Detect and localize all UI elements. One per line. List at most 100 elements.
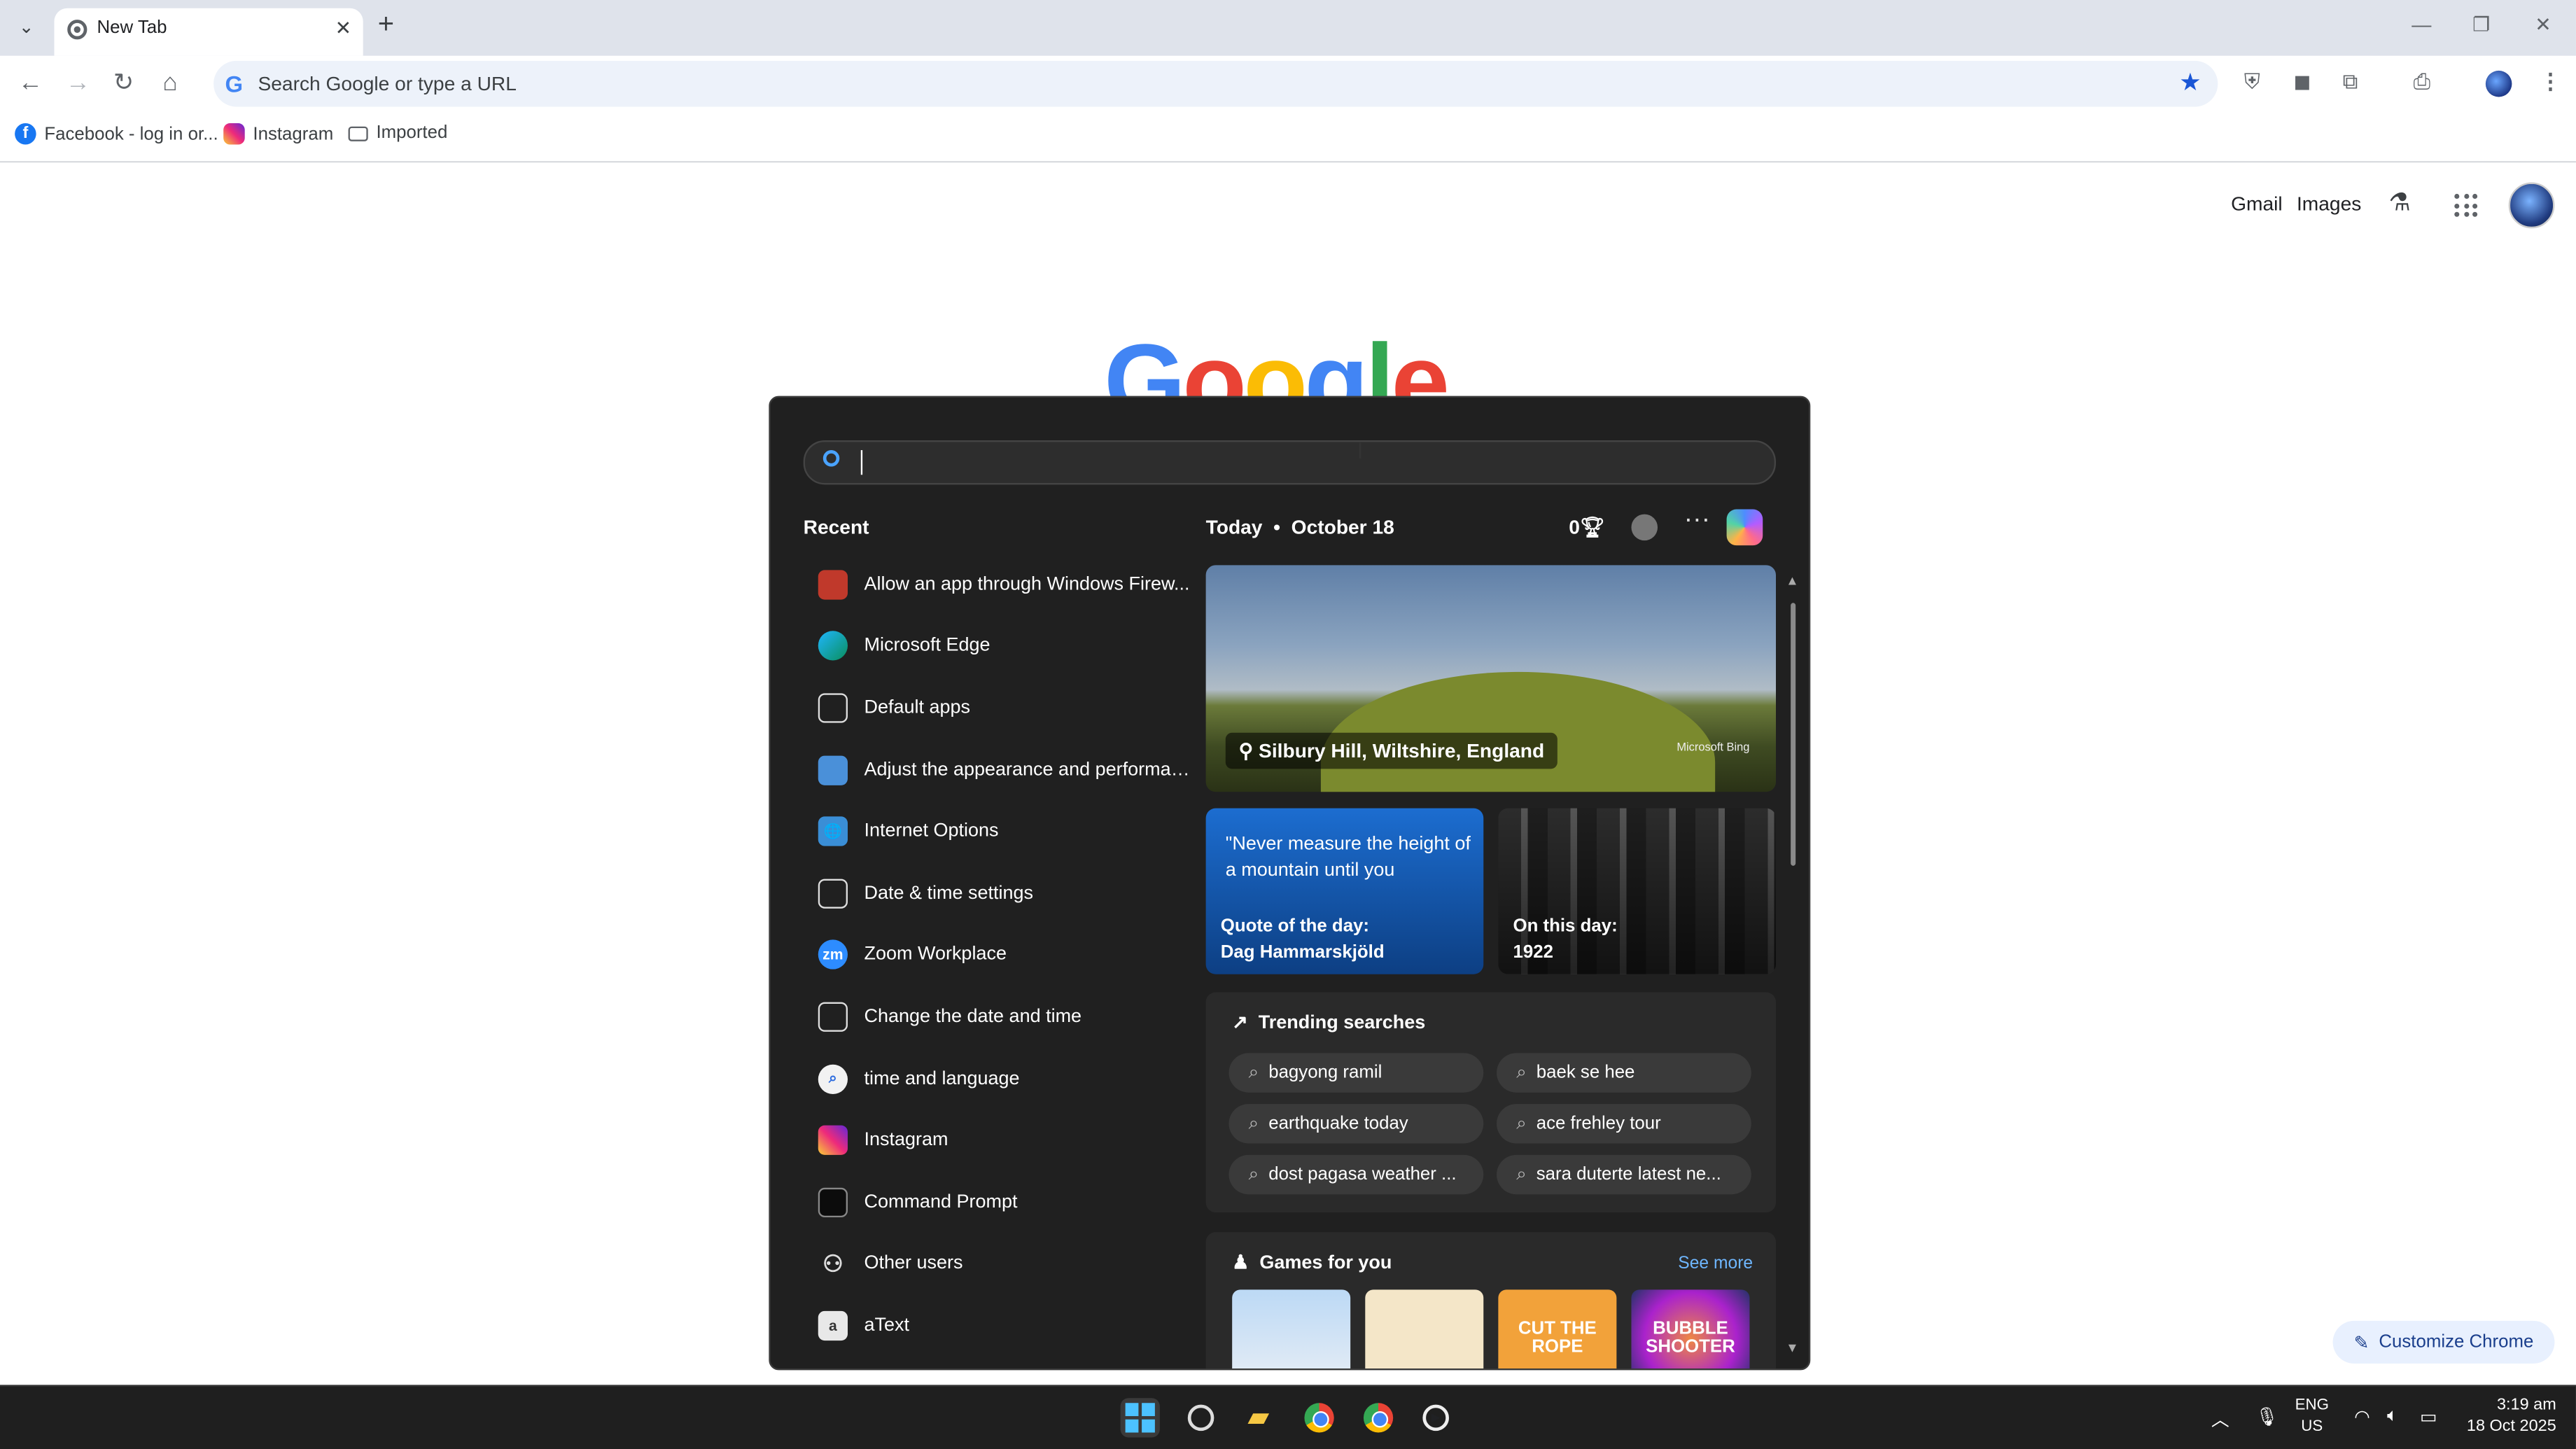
start-button[interactable] [1120,1398,1160,1438]
instagram-icon [818,1125,848,1156]
taskbar-app-icon[interactable] [1181,1398,1220,1437]
user-avatar[interactable] [1631,514,1658,541]
scroll-down-arrow-icon[interactable]: ▼ [1786,1340,1799,1355]
new-tab-plus-icon[interactable]: + [378,8,394,41]
games-heading: ♟ Games for you [1232,1253,1392,1273]
quote-author: Dag Hammarskjöld [1220,943,1385,963]
media-player-icon[interactable]: ▶ [1416,1398,1455,1437]
image-location: ⚲ Silbury Hill, Wiltshire, England [1225,732,1558,769]
game-tile[interactable] [1365,1289,1484,1368]
restore-icon[interactable]: ❐ [2472,13,2490,36]
quote-of-the-day-card[interactable]: "Never measure the height of a mountain … [1205,808,1484,974]
facebook-icon: f [15,123,36,145]
taskbar-clock[interactable]: 3:19 am 18 Oct 2025 [2454,1395,2556,1438]
recent-item[interactable]: Instagram [804,1110,1198,1171]
games-icon: ♟ [1232,1253,1250,1273]
recent-item[interactable]: Microsoft Edge [804,615,1198,677]
trending-chip[interactable]: ⌕ dost pagasa weather ... [1228,1154,1484,1195]
recent-item[interactable]: ⌕ time and language [804,1048,1198,1110]
recent-item[interactable]: 🌐 Internet Options [804,801,1198,862]
rewards-points[interactable]: 0🏆︎ [1569,516,1604,539]
recent-item[interactable]: Date & time settings [804,862,1198,924]
trending-chip[interactable]: ⌕ ace frehley tour [1497,1104,1751,1144]
see-more-link[interactable]: See more [1678,1254,1753,1273]
images-link[interactable]: Images [2297,192,2361,216]
file-explorer-icon[interactable]: ▰ [1239,1398,1278,1437]
minimize-icon[interactable]: — [2412,13,2431,36]
language-indicator[interactable]: ENG US [2295,1395,2329,1438]
tab-search-chevron-icon[interactable]: ⌄ [10,10,43,43]
bookmark-instagram[interactable]: Instagram [223,123,333,145]
more-options-icon[interactable]: ··· [1684,506,1711,536]
bing-credit: Microsoft Bing [1676,742,1750,755]
copilot-icon[interactable] [1726,509,1763,546]
trending-chip[interactable]: ⌕ baek se hee [1497,1053,1751,1093]
search-icon: ⌕ [1516,1062,1527,1082]
tab-new-tab[interactable]: New Tab ✕ [54,8,363,56]
search-icon: ⌕ [1248,1062,1259,1082]
home-icon[interactable]: ⌂ [162,69,177,99]
profile-avatar[interactable] [2485,70,2512,97]
bookmark-label: Facebook - log in or... [44,124,218,144]
tab-strip: ⌄ New Tab ✕ + — ❐ ✕ [0,0,2576,56]
address-bar[interactable]: G Search Google or type a URL ★ [214,60,2218,107]
zoom-icon: zm [818,940,848,970]
on-this-day-card[interactable]: On this day: 1922 [1498,808,1776,974]
recent-item[interactable]: zm Zoom Workplace [804,924,1198,986]
wifi-icon[interactable]: ◠ [2354,1406,2370,1427]
game-tile[interactable] [1232,1289,1351,1368]
recent-item[interactable]: Command Prompt [804,1171,1198,1233]
shield-extension-icon[interactable]: ⛨ [2244,69,2260,96]
bookmark-star-icon[interactable]: ★ [2179,67,2202,97]
game-tile[interactable]: CUT THE ROPE [1498,1289,1617,1368]
back-arrow-icon[interactable]: ← [18,69,43,99]
settings-page-icon [818,878,848,909]
reload-icon[interactable]: ↻ [113,69,134,99]
recent-item[interactable]: Adjust the appearance and performan... [804,739,1198,801]
volume-icon[interactable]: 🔈︎ [2387,1406,2398,1428]
windows-search-input[interactable] [803,440,1776,485]
bookmark-label: Imported [376,123,448,144]
trending-chip[interactable]: ⌕ bagyong ramil [1228,1053,1484,1093]
trophy-icon: 🏆︎ [1579,515,1605,539]
recent-item[interactable]: Default apps [804,677,1198,738]
recent-item[interactable]: ⚇ Other users [804,1233,1198,1294]
gmail-link[interactable]: Gmail [2231,192,2283,216]
incognito-extension-icon[interactable]: ◼ [2293,69,2311,96]
customize-chrome-label: Customize Chrome [2379,1332,2534,1352]
instagram-icon [223,123,245,145]
globe-icon: 🌐 [818,816,848,847]
account-avatar[interactable] [2508,182,2555,229]
game-tile[interactable]: BUBBLE SHOOTER [1631,1289,1750,1368]
recent-item[interactable]: a aText [804,1295,1198,1357]
trending-chip[interactable]: ⌕ earthquake today [1228,1104,1484,1144]
window-close-icon[interactable]: ✕ [2535,13,2552,36]
microphone-icon[interactable]: 🎙︎ [2255,1406,2278,1427]
folder-icon [348,125,368,141]
edge-icon [818,631,848,662]
battery-icon[interactable]: ▭ [2420,1406,2437,1427]
scrollbar-thumb[interactable] [1791,603,1796,866]
bookmark-folder-imported[interactable]: Imported [348,123,448,144]
customize-chrome-button[interactable]: ✎ Customize Chrome [2332,1320,2555,1364]
recent-item[interactable]: Change the date and time [804,986,1198,1048]
labs-flask-icon[interactable]: ⚗ [2388,188,2411,217]
menu-kebab-icon[interactable]: ⋮ [2540,69,2561,96]
tray-overflow-chevron-icon[interactable]: ︿ [2211,1406,2230,1433]
windows-taskbar: ▰ ▶ ︿ 🎙︎ ◠ 🔈︎ ▭ [0,1385,2576,1449]
chrome-taskbar-icon[interactable] [1299,1398,1338,1437]
chrome-profile-taskbar-icon[interactable] [1359,1398,1398,1437]
google-apps-grid-icon[interactable] [2454,193,2478,217]
print-icon[interactable]: ⎙ [2414,69,2430,96]
bookmark-facebook[interactable]: f Facebook - log in or... [15,123,218,145]
trending-chip[interactable]: ⌕ sara duterte latest ne... [1497,1154,1751,1195]
bing-image-of-day-card[interactable]: ⚲ Silbury Hill, Wiltshire, England Micro… [1205,565,1776,792]
bookmark-label: Instagram [253,124,334,144]
scroll-up-arrow-icon[interactable]: ▲ [1786,573,1799,588]
recent-item[interactable]: Allow an app through Windows Firew... [804,554,1198,615]
tab-close-icon[interactable]: ✕ [335,16,352,39]
browser-toolbar: ← → ↻ ⌂ G Search Google or type a URL ★ … [0,55,2576,112]
address-bar-placeholder: Search Google or type a URL [258,72,517,96]
forward-arrow-icon[interactable]: → [66,69,90,99]
extensions-puzzle-icon[interactable]: ⧉ [2343,69,2358,96]
